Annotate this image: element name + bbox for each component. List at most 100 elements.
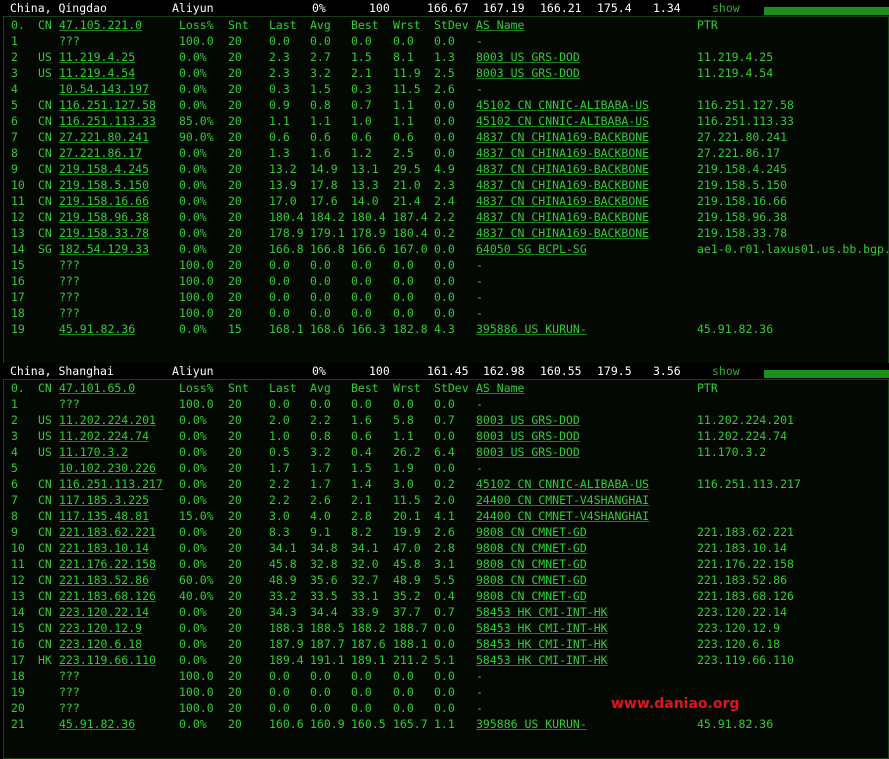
as-name[interactable]: 9808 CN CMNET-GD bbox=[476, 525, 587, 539]
as-name[interactable]: 8003 US GRS-DOD bbox=[476, 445, 580, 459]
last-cell: 13.9 bbox=[269, 178, 297, 192]
avg-cell: 168.6 bbox=[310, 322, 345, 336]
hop-number: 18 bbox=[11, 669, 25, 683]
host-address[interactable]: 117.135.48.81 bbox=[59, 509, 149, 523]
host-address[interactable]: 11.202.224.74 bbox=[59, 429, 149, 443]
show-toggle[interactable]: show bbox=[712, 364, 740, 378]
host-address[interactable]: 117.185.3.225 bbox=[59, 493, 149, 507]
loss-cell: 60.0% bbox=[179, 573, 214, 587]
ptr-cell: 219.158.16.66 bbox=[697, 194, 788, 208]
as-name[interactable]: 8003 US GRS-DOD bbox=[476, 50, 580, 64]
as-name[interactable]: 58453 HK CMI-INT-HK bbox=[476, 637, 608, 651]
hop-number: 4 bbox=[11, 445, 18, 459]
ptr-cell: 219.158.4.245 bbox=[697, 162, 788, 176]
as-name[interactable]: 58453 HK CMI-INT-HK bbox=[476, 605, 608, 619]
host-address[interactable]: 219.158.96.38 bbox=[59, 210, 149, 224]
as-name[interactable]: 395886 US KURUN- bbox=[476, 717, 587, 731]
host-address[interactable]: 116.251.113.33 bbox=[59, 114, 156, 128]
sent-cell: 20 bbox=[228, 717, 242, 731]
as-name[interactable]: 9808 CN CMNET-GD bbox=[476, 557, 587, 571]
host-address[interactable]: 47.105.221.0 bbox=[59, 18, 142, 32]
loss-cell: 0.0% bbox=[179, 82, 207, 96]
as-name[interactable]: 8003 US GRS-DOD bbox=[476, 429, 580, 443]
show-toggle[interactable]: show bbox=[712, 1, 740, 15]
best-cell: 0.0 bbox=[351, 290, 372, 304]
host-address[interactable]: 223.120.12.9 bbox=[59, 621, 142, 635]
host-address[interactable]: 221.183.10.14 bbox=[59, 541, 149, 555]
as-name[interactable]: 8003 US GRS-DOD bbox=[476, 413, 580, 427]
as-name[interactable]: 64050 SG BCPL-SG bbox=[476, 242, 587, 256]
host-address[interactable]: 10.102.230.226 bbox=[59, 461, 156, 475]
avg-cell: 187.7 bbox=[310, 637, 345, 651]
as-name[interactable]: 4837 CN CHINA169-BACKBONE bbox=[476, 178, 649, 192]
host-address[interactable]: 45.91.82.36 bbox=[59, 717, 135, 731]
as-name[interactable]: 4837 CN CHINA169-BACKBONE bbox=[476, 194, 649, 208]
host-address[interactable]: 116.251.127.58 bbox=[59, 98, 156, 112]
as-name[interactable]: 58453 HK CMI-INT-HK bbox=[476, 621, 608, 635]
as-name[interactable]: 45102 CN CNNIC-ALIBABA-US bbox=[476, 114, 649, 128]
stdev-value: 1.34 bbox=[653, 1, 681, 15]
host-address[interactable]: 221.176.22.158 bbox=[59, 557, 156, 571]
table-row: 6 CN 116.251.113.217 0.0% 20 2.2 1.7 1.4 3.0 0.2 4… bbox=[4, 476, 888, 492]
last-cell: Last bbox=[269, 18, 297, 32]
host-address[interactable]: 223.120.6.18 bbox=[59, 637, 142, 651]
stdev-cell: 0.0 bbox=[434, 242, 455, 256]
as-name[interactable]: 58453 HK CMI-INT-HK bbox=[476, 653, 608, 667]
host-address[interactable]: 219.158.4.245 bbox=[59, 162, 149, 176]
as-name[interactable]: 9808 CN CMNET-GD bbox=[476, 573, 587, 587]
worst-cell: 0.0 bbox=[393, 34, 414, 48]
loss-value: 0% bbox=[312, 1, 326, 15]
host-address[interactable]: 11.219.4.54 bbox=[59, 66, 135, 80]
as-name[interactable]: 24400 CN CMNET-V4SHANGHAI bbox=[476, 493, 649, 507]
as-name[interactable]: AS Name bbox=[476, 18, 524, 32]
best-cell: 14.0 bbox=[351, 194, 379, 208]
as-name[interactable]: 4837 CN CHINA169-BACKBONE bbox=[476, 130, 649, 144]
as-name[interactable]: 8003 US GRS-DOD bbox=[476, 66, 580, 80]
ptr-cell: 45.91.82.36 bbox=[697, 322, 774, 336]
host-address[interactable]: 11.170.3.2 bbox=[59, 445, 128, 459]
as-name[interactable]: 24400 CN CMNET-V4SHANGHAI bbox=[476, 509, 649, 523]
stdev-cell: 6.4 bbox=[434, 445, 455, 459]
as-name[interactable]: 45102 CN CNNIC-ALIBABA-US bbox=[476, 98, 649, 112]
host-address[interactable]: 219.158.16.66 bbox=[59, 194, 149, 208]
best-cell: 0.0 bbox=[351, 685, 372, 699]
host-address[interactable]: 221.183.52.86 bbox=[59, 573, 149, 587]
host-address[interactable]: 223.119.66.110 bbox=[59, 653, 156, 667]
host-address[interactable]: 11.219.4.25 bbox=[59, 50, 135, 64]
worst-cell: 47.0 bbox=[393, 541, 421, 555]
as-name[interactable]: AS Name bbox=[476, 381, 524, 395]
avg-cell: 2.7 bbox=[310, 50, 331, 64]
host-address[interactable]: 221.183.62.221 bbox=[59, 525, 156, 539]
as-name[interactable]: 4837 CN CHINA169-BACKBONE bbox=[476, 226, 649, 240]
as-name[interactable]: 9808 CN CMNET-GD bbox=[476, 589, 587, 603]
best-cell: 166.6 bbox=[351, 242, 386, 256]
as-name[interactable]: 45102 CN CNNIC-ALIBABA-US bbox=[476, 477, 649, 491]
as-name[interactable]: 395886 US KURUN- bbox=[476, 322, 587, 336]
host-address[interactable]: 11.202.224.201 bbox=[59, 413, 156, 427]
host-address[interactable]: 223.120.22.14 bbox=[59, 605, 149, 619]
ptr-cell: PTR bbox=[697, 381, 718, 395]
host-address[interactable]: 182.54.129.33 bbox=[59, 242, 149, 256]
best-cell: 1.5 bbox=[351, 50, 372, 64]
as-name[interactable]: 4837 CN CHINA169-BACKBONE bbox=[476, 210, 649, 224]
host-address[interactable]: 116.251.113.217 bbox=[59, 477, 163, 491]
best-cell: 0.6 bbox=[351, 429, 372, 443]
host-address[interactable]: 221.183.68.126 bbox=[59, 589, 156, 603]
table-row: 17 HK 223.119.66.110 0.0% 20 189.4 191.1 189.1 2… bbox=[4, 652, 888, 668]
avg-cell: 14.9 bbox=[310, 162, 338, 176]
host-address[interactable]: 27.221.80.241 bbox=[59, 130, 149, 144]
host-address[interactable]: 47.101.65.0 bbox=[59, 381, 135, 395]
country-code: CN bbox=[38, 18, 52, 32]
host-address[interactable]: 27.221.86.17 bbox=[59, 146, 142, 160]
host-address[interactable]: 219.158.33.78 bbox=[59, 226, 149, 240]
as-name[interactable]: 4837 CN CHINA169-BACKBONE bbox=[476, 162, 649, 176]
host-address[interactable]: 45.91.82.36 bbox=[59, 322, 135, 336]
stdev-value: 3.56 bbox=[653, 364, 681, 378]
host-address[interactable]: 10.54.143.197 bbox=[59, 82, 149, 96]
avg-cell: 184.2 bbox=[310, 210, 345, 224]
as-name[interactable]: 4837 CN CHINA169-BACKBONE bbox=[476, 146, 649, 160]
worst-value: 175.4 bbox=[597, 1, 632, 15]
ptr-cell: 27.221.86.17 bbox=[697, 146, 781, 160]
host-address[interactable]: 219.158.5.150 bbox=[59, 178, 149, 192]
as-name[interactable]: 9808 CN CMNET-GD bbox=[476, 541, 587, 555]
